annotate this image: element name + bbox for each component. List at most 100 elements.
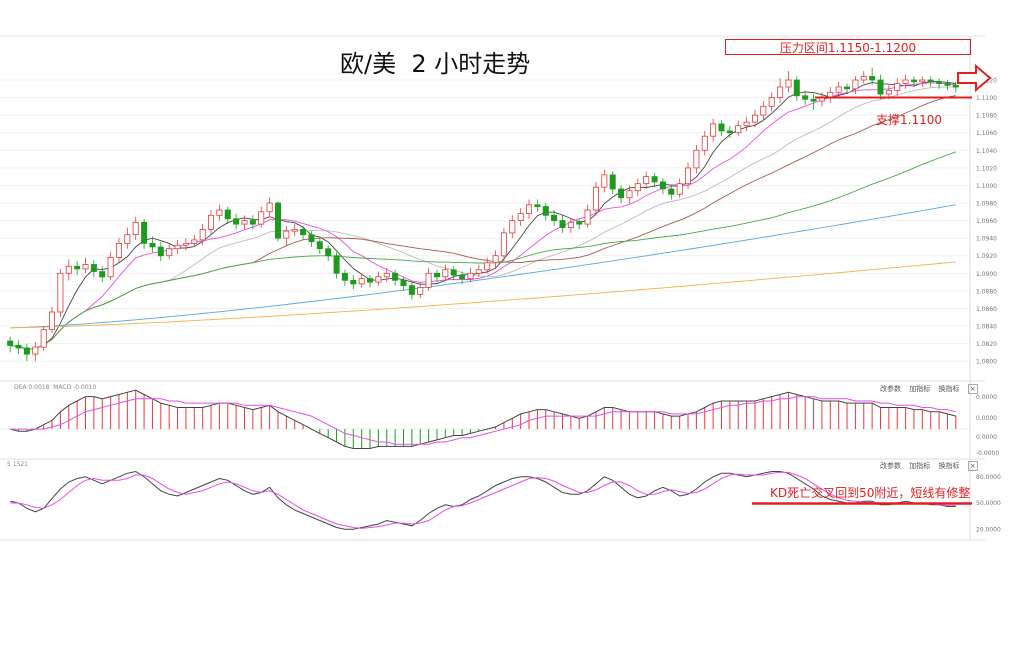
chart-screenshot: 1.11201.11001.10801.10601.10401.10201.10…: [0, 0, 1024, 659]
candle-body-down: [450, 269, 457, 276]
price-tick-label: 1.1000: [976, 183, 997, 190]
price-tick-label: 1.0940: [976, 236, 997, 243]
ma-line-120: [10, 204, 956, 329]
close-panel-button[interactable]: ×: [967, 461, 978, 471]
candle: [32, 341, 39, 362]
candle: [877, 74, 884, 100]
candle: [157, 241, 164, 262]
candle-body-up: [65, 265, 72, 274]
candle-body-up: [500, 232, 507, 257]
candle: [618, 185, 625, 204]
candle-body-up: [768, 97, 775, 107]
candle: [7, 336, 14, 353]
candle-body-up: [484, 262, 491, 271]
candle: [350, 275, 357, 290]
edit-params-button[interactable]: 改参数: [880, 385, 901, 393]
candle-body-up: [442, 269, 449, 278]
candle: [475, 264, 482, 277]
candle-body-down: [936, 81, 943, 84]
candle-body-down: [659, 181, 666, 190]
candle-body-down: [99, 271, 106, 278]
candle-body-down: [459, 274, 466, 280]
candle: [827, 87, 834, 103]
candle-body-up: [601, 174, 608, 188]
candle: [241, 215, 248, 230]
candle: [894, 78, 901, 96]
candle-body-down: [718, 123, 725, 132]
close-panel-button[interactable]: ×: [967, 384, 978, 394]
candle: [182, 238, 189, 251]
candle: [49, 306, 56, 334]
candle: [517, 208, 524, 226]
candle: [735, 120, 742, 137]
candle: [785, 71, 792, 93]
candle-body-down: [15, 344, 22, 349]
candle-body-up: [383, 272, 390, 278]
candle-body-down: [308, 234, 315, 243]
candle: [425, 268, 432, 291]
candle: [316, 238, 323, 254]
add-indicator-button[interactable]: 加指标: [909, 462, 930, 470]
candle: [668, 185, 675, 200]
chart-title: 欧/美 2 小时走势: [340, 50, 531, 78]
candle: [124, 227, 131, 249]
candle: [23, 343, 30, 362]
candle-body-up: [40, 329, 47, 348]
ma-line-30: [10, 95, 956, 350]
candle-body-up: [266, 202, 273, 213]
chart-canvas: 1.11201.11001.10801.10601.10401.10201.10…: [0, 35, 1001, 541]
price-tick-label: 1.1040: [976, 148, 997, 155]
candle-body-up: [509, 220, 516, 234]
candle-body-up: [567, 221, 574, 229]
candle-body-down: [157, 246, 164, 257]
candle: [283, 225, 290, 246]
price-tick-label: 1.1100: [976, 95, 997, 102]
candle: [944, 79, 951, 91]
candle: [15, 340, 22, 355]
ma-line-20: [10, 86, 956, 350]
candle: [82, 257, 89, 274]
candle-body-up: [676, 183, 683, 195]
candle: [526, 199, 533, 219]
candle-body-up: [885, 90, 892, 95]
candle-body-up: [116, 242, 123, 258]
kd-tick-label: 20.0000: [976, 526, 1001, 533]
candle-body-down: [74, 265, 81, 270]
switch-indicator-button[interactable]: 换指标: [938, 385, 959, 393]
candle-body-up: [760, 105, 767, 116]
candle-body-up: [417, 286, 424, 295]
candle-body-up: [735, 125, 742, 134]
candle: [57, 268, 64, 318]
candle: [593, 181, 600, 216]
price-tick-label: 1.0960: [976, 218, 997, 225]
add-indicator-button[interactable]: 加指标: [909, 385, 930, 393]
candle: [224, 206, 231, 225]
candle-body-down: [576, 221, 583, 225]
candle: [65, 259, 72, 281]
candle-body-down: [911, 79, 918, 83]
candle: [542, 203, 549, 221]
candle-body-down: [802, 95, 809, 100]
candle-body-down: [90, 264, 97, 272]
candle-body-down: [944, 83, 951, 86]
price-tick-label: 1.0880: [976, 288, 997, 295]
candle: [919, 76, 926, 88]
candle-body-down: [618, 188, 625, 199]
edit-params-button[interactable]: 改参数: [880, 462, 901, 470]
candle-body-up: [852, 79, 859, 90]
candle-body-down: [149, 242, 156, 248]
candle-body-up: [358, 278, 365, 285]
candle-body-up: [902, 79, 909, 84]
candle-body-up: [643, 176, 650, 185]
candle: [718, 120, 725, 137]
price-tick-label: 1.0980: [976, 201, 997, 208]
candle: [701, 130, 708, 156]
candle-body-down: [952, 84, 959, 88]
price-axis: 1.11201.11001.10801.10601.10401.10201.10…: [976, 77, 997, 365]
price-tick-label: 1.0860: [976, 306, 997, 313]
candle-body-down: [7, 340, 14, 346]
kd-panel-header: 5 1521: [7, 461, 28, 468]
switch-indicator-button[interactable]: 换指标: [938, 462, 959, 470]
candle-body-up: [685, 167, 692, 185]
candle: [107, 252, 114, 281]
